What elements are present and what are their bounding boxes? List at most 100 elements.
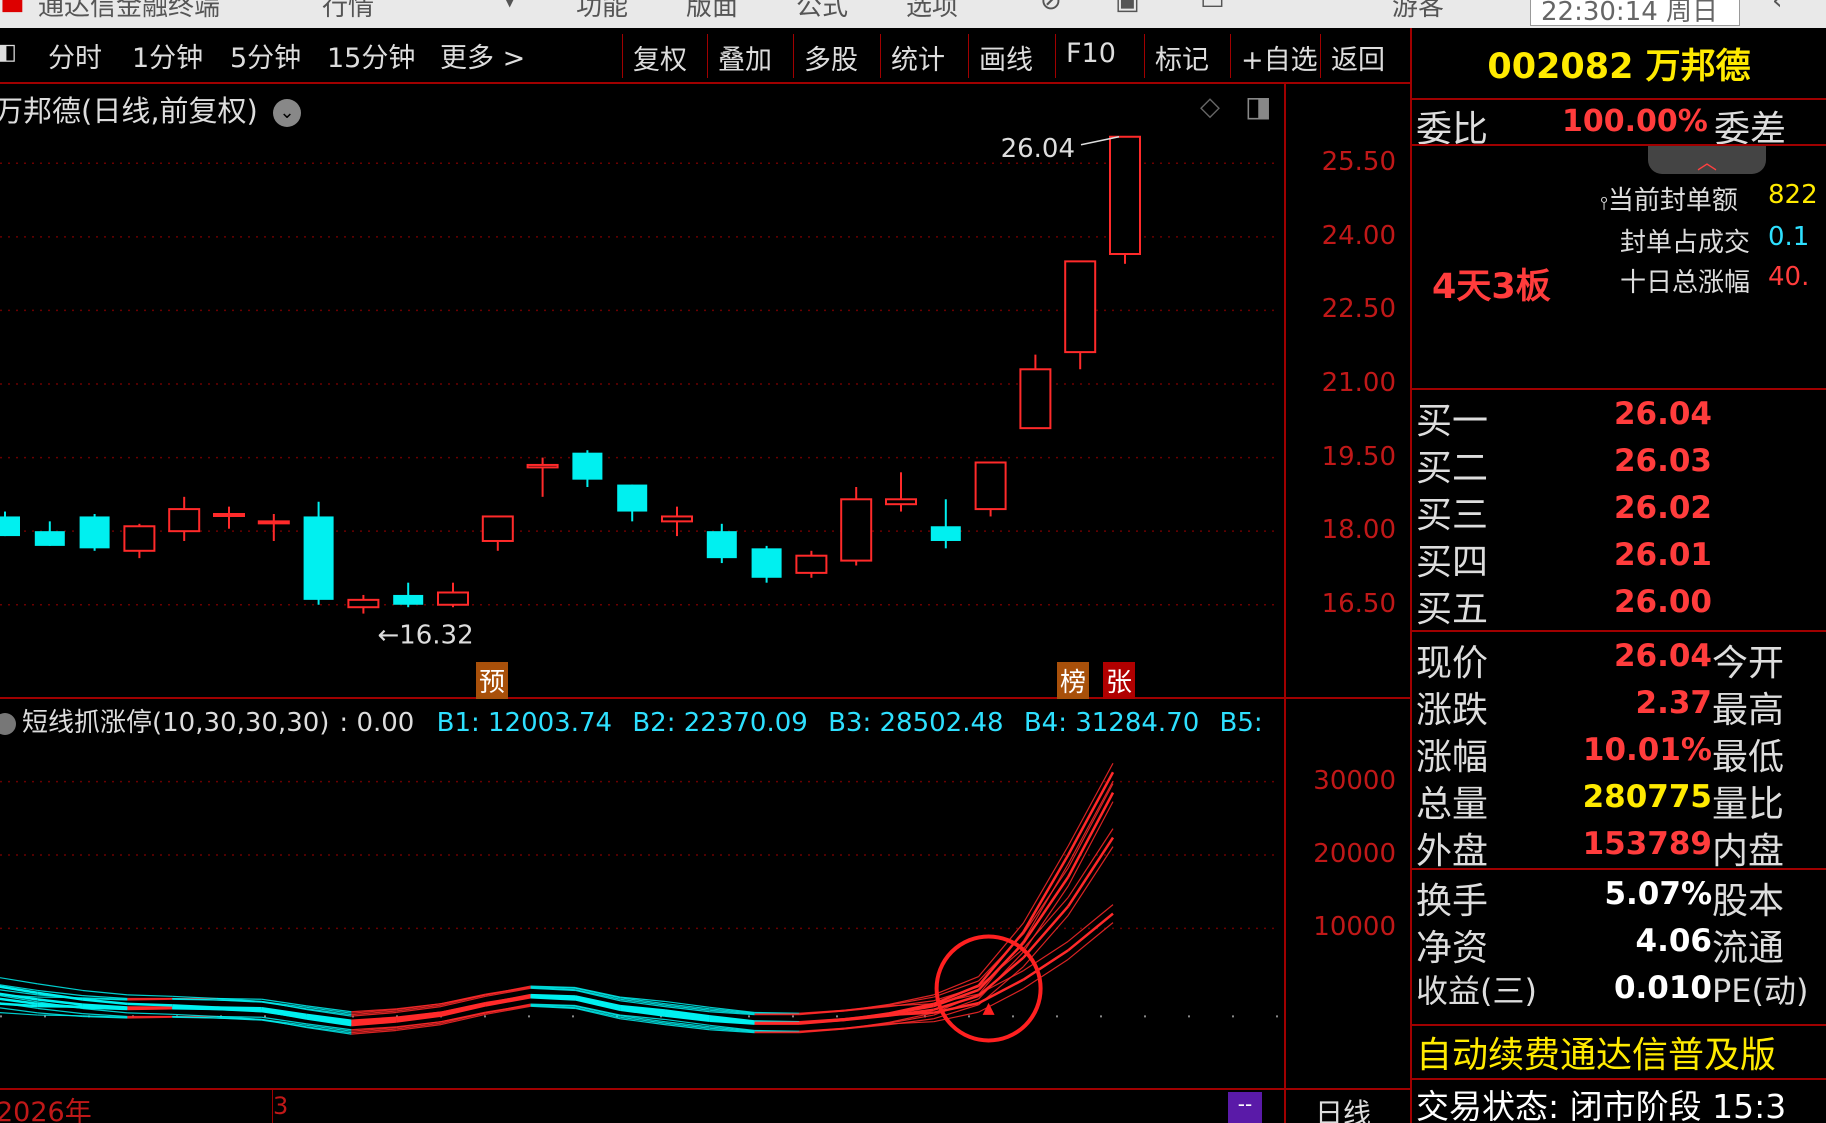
period-label[interactable]: 日线: [1315, 1092, 1371, 1123]
bid-price[interactable]: 26.02: [1582, 490, 1712, 526]
price-axis: 25.50 24.00 22.50 21.00 19.50 18.00 16.50: [1286, 84, 1410, 697]
indicator-menu-icon[interactable]: [0, 712, 16, 735]
price-tick-label: 21.00: [1321, 368, 1396, 398]
indicator-band-line: [485, 986, 531, 996]
candle: [347, 594, 380, 614]
candle-body: [1064, 260, 1097, 354]
candle-body: [795, 554, 828, 574]
btn-f10[interactable]: F10: [1055, 34, 1126, 78]
btn-biaoji[interactable]: 标记: [1144, 34, 1219, 78]
high-label: 26.04: [1001, 134, 1075, 164]
candle-body: [974, 461, 1007, 511]
axis-month: 3: [273, 1092, 289, 1120]
bid-price[interactable]: 26.03: [1582, 443, 1712, 479]
mark-zhang[interactable]: 张: [1103, 662, 1136, 699]
link-icon[interactable]: ⊘: [1040, 0, 1062, 16]
stat-label: 涨跌: [1416, 690, 1489, 731]
pin-icon: ⫯: [1600, 193, 1608, 214]
menu-hangqing[interactable]: 行情: [322, 0, 374, 23]
mark-bang[interactable]: 榜: [1057, 662, 1090, 699]
indicator-axis: 30000 20000 10000: [1286, 735, 1410, 1088]
candle: [123, 523, 156, 559]
btn-add-watchlist[interactable]: +自选: [1230, 34, 1328, 78]
candle-body: [885, 498, 917, 506]
candle: [1109, 135, 1141, 264]
guest-user[interactable]: 游客: [1392, 0, 1444, 23]
btn-huaxian[interactable]: 画线: [968, 34, 1043, 78]
candle: [526, 457, 559, 497]
btn-fuquan[interactable]: 复权: [622, 34, 697, 78]
period-1min[interactable]: 1分钟: [132, 36, 203, 75]
candle-body: [34, 531, 65, 546]
limit-streak: 4天3板: [1432, 267, 1551, 307]
stat-value: 4.06: [1635, 923, 1713, 959]
current-seal-label: ⫯当前封单额: [1600, 186, 1738, 216]
candle: [257, 514, 290, 541]
candle-body: [123, 525, 156, 552]
stat-label: 总量: [1416, 784, 1489, 825]
stat-value: 5.07%: [1604, 876, 1712, 912]
indicator-band-line: [127, 1016, 173, 1019]
period-15min[interactable]: 15分钟: [327, 36, 415, 75]
price-tick-label: 16.50: [1321, 588, 1396, 619]
candle-body: [347, 598, 380, 609]
bid-price[interactable]: 26.01: [1582, 537, 1712, 573]
candle: [751, 545, 782, 583]
bid-price[interactable]: 26.00: [1582, 584, 1712, 620]
candle-body: [168, 508, 201, 533]
candle: [393, 582, 424, 608]
app-logo: ■: [0, 0, 25, 16]
stat-value: 153789: [1582, 826, 1712, 862]
lock-icon[interactable]: ▣: [1115, 0, 1140, 16]
period-5min[interactable]: 5分钟: [230, 36, 301, 75]
panel-toggle-icon[interactable]: ◧: [0, 40, 17, 65]
candle-body: [572, 452, 603, 480]
separator: [1412, 388, 1826, 390]
indicator-band-line: [1067, 783, 1114, 869]
indicator-band-line: [1067, 780, 1114, 865]
candle: [930, 499, 961, 549]
candle: [706, 523, 737, 564]
indicator-band-line: [127, 994, 173, 997]
btn-back[interactable]: 返回: [1320, 34, 1395, 78]
menu-gongshi[interactable]: 公式: [796, 0, 848, 23]
quote-panel: 002082 万邦德 委比 100.00% 委差 ︿ ⫯当前封单额 822 封单…: [1412, 28, 1826, 1123]
wei-bi-value: 100.00%: [1562, 104, 1708, 139]
stat-label: 现价: [1416, 643, 1489, 684]
scroll-indicator[interactable]: --: [1228, 1092, 1262, 1123]
back-arrow-icon[interactable]: ‹: [1772, 0, 1782, 16]
indicator-band-line: [0, 977, 38, 985]
indicator-segment-b4: [1022, 854, 1070, 933]
chevron-up-icon[interactable]: ︿: [1648, 146, 1766, 174]
ten-day-label: 十日总涨幅: [1620, 268, 1751, 298]
menu-xuanxiang[interactable]: 选项: [906, 0, 958, 23]
btn-tongji[interactable]: 统计: [880, 34, 955, 78]
candle-body: [1109, 135, 1141, 256]
menu-banmian[interactable]: 版面: [686, 0, 738, 23]
btn-duogu[interactable]: 多股: [793, 34, 868, 78]
candle: [617, 484, 648, 522]
trade-status: 交易状态: 闭市阶段 15:3: [1416, 1087, 1787, 1123]
period-fenshi[interactable]: 分时: [48, 36, 102, 75]
app-title: 通达信金融终端: [38, 0, 221, 22]
candle: [1064, 260, 1097, 370]
indicator-segment-b1: [1067, 912, 1114, 952]
period-more[interactable]: 更多 >: [440, 36, 525, 75]
candle: [795, 550, 828, 578]
indicator-b4: B4: 31284.70: [1023, 708, 1200, 738]
message-icon[interactable]: ▭: [1200, 0, 1225, 16]
bid-price[interactable]: 26.04: [1582, 396, 1712, 432]
price-tick-label: 24.00: [1321, 220, 1396, 251]
indicator-tick-label: 30000: [1313, 765, 1396, 796]
bid-label: 买一: [1416, 401, 1489, 442]
menu-gongneng[interactable]: 功能: [576, 0, 628, 23]
axis-year: 2026年: [0, 1097, 92, 1123]
stat-label: 外盘: [1416, 831, 1489, 872]
candlestick-chart: 26.04 ←16.32: [0, 134, 1280, 651]
promo-text[interactable]: 自动续费通达信普及版: [1416, 1026, 1776, 1078]
btn-diejia[interactable]: 叠加: [707, 34, 782, 78]
mark-yu[interactable]: 预: [476, 662, 509, 699]
stat-label: 净资: [1416, 928, 1489, 969]
indicator-band-line: [485, 986, 531, 995]
candle-body: [437, 591, 469, 606]
